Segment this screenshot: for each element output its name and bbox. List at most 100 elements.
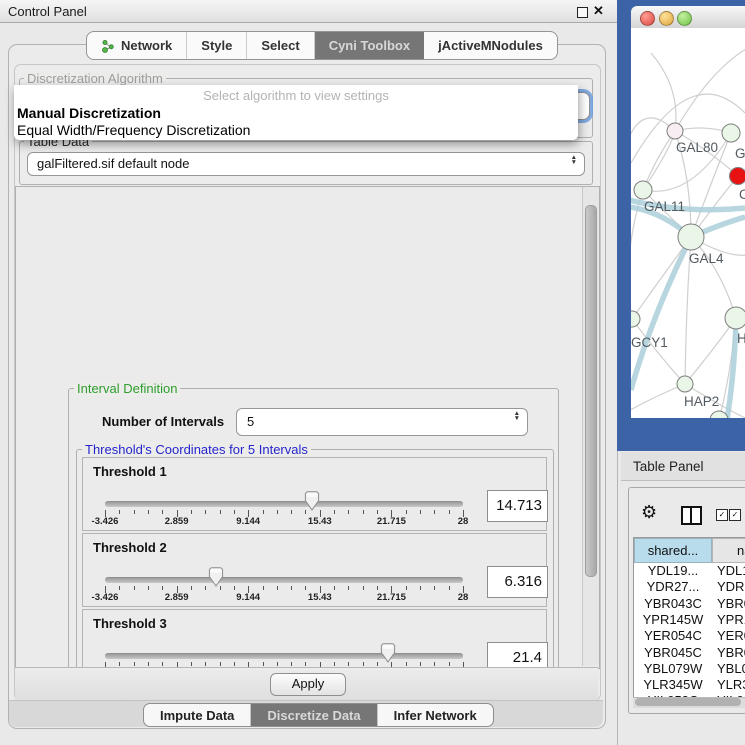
table-data-combobox[interactable]: galFiltered.sif default node ▲▼ (27, 152, 585, 176)
name-cell[interactable]: YER0 (717, 628, 745, 643)
network-view-canvas[interactable]: GAL80GACGAL11GAL4GCY1HHAP2 (631, 28, 745, 418)
spinner-arrows-icon[interactable]: ▲▼ (571, 155, 577, 165)
split-columns-icon[interactable] (681, 506, 702, 525)
column-header-name[interactable]: na (712, 538, 745, 563)
shared-name-cell[interactable]: YDL19... (634, 563, 712, 578)
network-node[interactable] (710, 411, 728, 418)
apply-button[interactable]: Apply (270, 673, 346, 696)
table-scrollbar-thumb[interactable] (635, 698, 741, 706)
slider-tick (449, 586, 450, 590)
table-row[interactable]: YLR345W YLR3 (634, 677, 745, 693)
slider-tick (348, 662, 349, 666)
checkbox-icon[interactable]: ✓ (716, 509, 728, 521)
slider-track[interactable] (105, 577, 463, 583)
slider-tick (420, 662, 421, 666)
name-cell[interactable]: YBR0 (717, 596, 745, 611)
slider-tick (277, 586, 278, 590)
network-edge (643, 131, 675, 190)
slider-tick (234, 586, 235, 590)
column-header-shared-name[interactable]: shared... (634, 538, 712, 563)
tab-discretize-data-label: Discretize Data (267, 708, 360, 723)
close-traffic-light-icon[interactable] (640, 11, 655, 26)
slider-track[interactable] (105, 501, 463, 507)
shared-name-cell[interactable]: YPR145W (634, 612, 712, 627)
tab-network[interactable]: Network (87, 32, 187, 59)
number-of-intervals-spinner[interactable]: 5 ▲▼ (236, 408, 528, 436)
network-node[interactable] (667, 123, 683, 139)
close-icon[interactable]: ✕ (593, 3, 604, 19)
table-row[interactable]: YDL19... YDL1 (634, 563, 745, 579)
float-window-icon[interactable] (577, 7, 588, 18)
name-cell[interactable]: YDL1 (717, 563, 745, 578)
shared-name-cell[interactable]: YBR045C (634, 645, 712, 660)
node-attribute-table[interactable]: shared... na YDL19... YDL1 YDR27... YDR2 YBR… (633, 537, 745, 698)
popup-option-manual-discretization[interactable]: Manual Discretization (17, 105, 161, 121)
slider-track[interactable] (105, 653, 463, 659)
window-title: Control Panel (8, 4, 87, 19)
popup-option-equal-width-frequency[interactable]: Equal Width/Frequency Discretization (17, 122, 250, 138)
threshold-value-field[interactable]: 14.713 (487, 490, 548, 522)
slider-tick (234, 662, 235, 666)
name-cell[interactable]: YBL0 (717, 661, 745, 676)
zoom-traffic-light-icon[interactable] (677, 11, 692, 26)
table-row[interactable]: YBL079W YBL0 (634, 661, 745, 677)
name-cell[interactable]: YLR3 (717, 677, 745, 692)
slider-tick (119, 586, 120, 590)
shared-name-cell[interactable]: YER054C (634, 628, 712, 643)
slider-thumb[interactable] (380, 643, 396, 663)
threshold-value-field[interactable]: 21.4 (487, 642, 548, 669)
slider-tick (191, 586, 192, 590)
table-row[interactable]: YBR043C YBR0 (634, 596, 745, 612)
spinner-arrows-icon[interactable]: ▲▼ (514, 411, 520, 421)
checkbox-icon[interactable]: ✓ (729, 509, 741, 521)
network-edge (675, 46, 745, 131)
slider-tick (263, 510, 264, 514)
tab-cyni-toolbox[interactable]: Cyni Toolbox (315, 32, 424, 59)
slider-tick (377, 662, 378, 666)
minimize-traffic-light-icon[interactable] (659, 11, 674, 26)
tab-style[interactable]: Style (187, 32, 247, 59)
shared-name-cell[interactable]: YDR27... (634, 579, 712, 594)
table-row[interactable]: YPR145W YPR1 (634, 612, 745, 628)
shared-name-cell[interactable]: YBR043C (634, 596, 712, 611)
settings-scrollbar-thumb[interactable] (585, 205, 597, 577)
name-cell[interactable]: YBR0 (717, 645, 745, 660)
table-data-combobox-value: galFiltered.sif default node (37, 156, 189, 171)
slider-thumb[interactable] (304, 491, 320, 511)
tab-style-label: Style (201, 38, 232, 53)
name-cell[interactable]: YDR2 (717, 579, 745, 594)
network-node[interactable] (725, 307, 745, 329)
shared-name-cell[interactable]: YLR345W (634, 677, 712, 692)
tab-jactivemnodules[interactable]: jActiveMNodules (424, 32, 557, 59)
slider-tick (449, 662, 450, 666)
name-cell[interactable]: YPR1 (717, 612, 745, 627)
network-node[interactable] (678, 224, 704, 250)
network-edge-highlighted (631, 237, 691, 390)
threshold-value-field[interactable]: 6.316 (487, 566, 548, 598)
slider-thumb[interactable] (208, 567, 224, 587)
table-row[interactable]: YER054C YER0 (634, 628, 745, 644)
table-row[interactable]: YDR27... YDR2 (634, 579, 745, 595)
network-node[interactable] (730, 168, 745, 185)
slider-tick (220, 662, 221, 666)
slider-tick (291, 662, 292, 666)
tab-discretize-data[interactable]: Discretize Data (251, 704, 377, 726)
network-node[interactable] (677, 376, 693, 392)
tab-infer-network[interactable]: Infer Network (378, 704, 493, 726)
network-node[interactable] (634, 181, 652, 199)
table-panel-title: Table Panel (633, 459, 704, 474)
gear-icon[interactable]: ⚙ (641, 502, 657, 523)
settings-scroll-area: Interval Definition Number of Intervals … (15, 186, 600, 669)
network-icon (101, 39, 115, 53)
network-node[interactable] (631, 311, 640, 327)
table-panel-header: Table Panel (621, 452, 745, 481)
tab-impute-data[interactable]: Impute Data (144, 704, 251, 726)
slider-tick (220, 510, 221, 514)
tab-select[interactable]: Select (247, 32, 314, 59)
slider-tick (291, 586, 292, 590)
slider-tick (191, 510, 192, 514)
network-node[interactable] (722, 124, 740, 142)
shared-name-cell[interactable]: YBL079W (634, 661, 712, 676)
slider-tick (134, 510, 135, 514)
table-row[interactable]: YBR045C YBR0 (634, 645, 745, 661)
